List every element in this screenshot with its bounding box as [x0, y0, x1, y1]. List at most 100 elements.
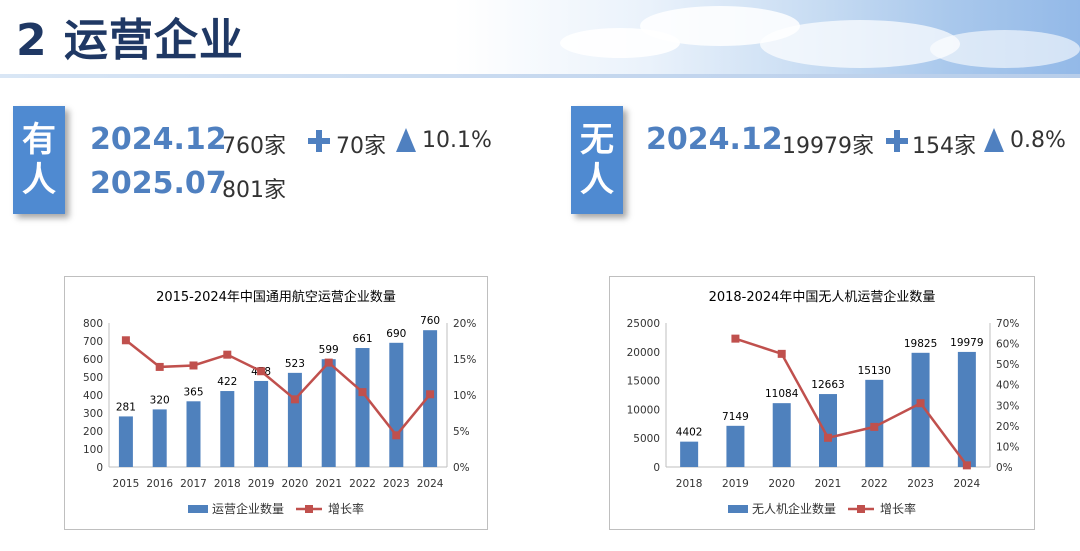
cloud-decoration [760, 20, 960, 68]
bar-data-label: 661 [352, 333, 372, 345]
bar [389, 342, 404, 467]
bar-data-label: 12663 [811, 379, 844, 391]
unmanned-tag-char: 无 [580, 120, 614, 160]
bar [680, 441, 699, 467]
growth-rate-marker [870, 422, 879, 431]
growth-rate-marker [223, 350, 232, 359]
y-tick-label: 0 [653, 462, 660, 474]
manned-growth: 10.1% [422, 128, 492, 153]
y-tick-label: 100 [83, 444, 103, 456]
chart-frame-aviation: 2015-2024年中国通用航空运营企业数量 0 100 200 300 400 500 60… [64, 276, 488, 530]
x-tick-label: 2023 [383, 478, 410, 490]
bar-data-label: 320 [150, 394, 170, 406]
bar-data-label: 11084 [765, 388, 799, 400]
legend-bar-swatch [728, 505, 748, 513]
manned-date-2: 2025.07 [90, 166, 227, 201]
chart-title: 2018-2024年中国无人机运营企业数量 [709, 289, 936, 305]
bar [254, 380, 269, 467]
growth-rate-marker [290, 395, 299, 404]
x-tick-label: 2019 [248, 478, 275, 490]
y2-tick-label: 20% [996, 421, 1019, 433]
growth-rate-marker [257, 367, 266, 376]
growth-rate-marker [324, 358, 333, 367]
y2-tick-label: 20% [453, 318, 476, 330]
bar [118, 416, 133, 467]
legend-bar-label: 无人机企业数量 [752, 501, 836, 516]
y2-tick-label: 50% [996, 359, 1019, 371]
growth-rate-marker [731, 334, 740, 343]
x-tick-label: 2021 [315, 478, 342, 490]
unmanned-tag-char: 人 [580, 160, 614, 200]
x-tick-label: 2021 [815, 478, 842, 490]
x-tick-label: 2015 [113, 478, 140, 490]
x-tick-label: 2020 [282, 478, 309, 490]
x-tick-label: 2023 [907, 478, 934, 490]
plus-icon [886, 130, 908, 152]
bar [355, 348, 370, 467]
y-tick-label: 10000 [627, 404, 660, 416]
growth-rate-marker [824, 433, 832, 442]
growth-rate-marker [962, 461, 971, 470]
y-tick-label: 15000 [627, 376, 660, 388]
growth-rate-marker [777, 349, 786, 358]
bar [321, 359, 336, 467]
bar [220, 391, 235, 467]
x-tick-label: 2024 [953, 478, 980, 490]
growth-rate-marker [121, 336, 130, 345]
bar-data-label: 19825 [904, 338, 937, 350]
y-tick-label: 400 [83, 390, 103, 402]
up-triangle-icon [396, 128, 416, 152]
y2-tick-label: 5% [453, 426, 470, 438]
y2-tick-label: 70% [996, 318, 1019, 330]
cloud-decoration [560, 28, 680, 58]
unmanned-count: 19979家 [782, 134, 874, 159]
unmanned-tag: 无 人 [571, 106, 623, 214]
header-divider [0, 74, 1080, 78]
y-tick-label: 20000 [627, 347, 660, 359]
y-tick-label: 300 [83, 408, 103, 420]
legend-bar-label: 运营企业数量 [212, 501, 284, 516]
y-tick-label: 700 [83, 336, 103, 348]
legend-line-marker [305, 505, 313, 513]
x-tick-label: 2020 [768, 478, 795, 490]
growth-rate-marker [392, 431, 401, 440]
bar-data-label: 19979 [950, 337, 983, 349]
aviation-enterprise-chart: 2015-2024年中国通用航空运营企业数量 0 100 200 300 400 500 60… [83, 289, 476, 516]
y-tick-label: 25000 [627, 318, 660, 330]
growth-rate-marker [358, 388, 367, 397]
bar-data-label: 599 [319, 344, 339, 356]
unmanned-increase: 154家 [912, 134, 976, 159]
bar-data-label: 523 [285, 358, 305, 370]
bar [819, 394, 837, 467]
y-tick-label: 800 [83, 318, 103, 330]
y-tick-label: 200 [83, 426, 103, 438]
legend-line-label: 增长率 [880, 501, 916, 516]
bar-data-label: 690 [386, 328, 406, 340]
bar-data-label: 281 [116, 401, 136, 413]
x-tick-label: 2018 [214, 478, 241, 490]
page-title: 2 运营企业 [16, 15, 244, 66]
y2-tick-label: 0% [996, 462, 1013, 474]
manned-tag-char: 人 [22, 160, 56, 200]
chart-title: 2015-2024年中国通用航空运营企业数量 [156, 289, 396, 305]
y2-tick-label: 10% [996, 441, 1019, 453]
bar-data-label: 422 [217, 376, 237, 388]
y2-tick-label: 30% [996, 400, 1019, 412]
bar-data-label: 4402 [676, 427, 703, 439]
growth-rate-marker [155, 362, 164, 371]
cloud-decoration [930, 30, 1080, 68]
growth-rate-marker [916, 399, 925, 408]
x-tick-label: 2019 [722, 478, 749, 490]
y-tick-label: 5000 [633, 433, 660, 445]
legend-line-marker [857, 505, 865, 513]
manned-tag: 有 人 [13, 106, 65, 214]
x-tick-label: 2022 [349, 478, 376, 490]
growth-rate-marker [189, 361, 198, 370]
bar-data-label: 760 [420, 315, 440, 327]
plus-icon [308, 130, 330, 152]
chart-frame-drone: 2018-2024年中国无人机运营企业数量 0 5000 10000 15000 2000… [609, 276, 1035, 530]
x-tick-label: 2022 [861, 478, 888, 490]
x-tick-label: 2016 [146, 478, 173, 490]
y-tick-label: 600 [83, 354, 103, 366]
legend-line-label: 增长率 [328, 501, 364, 516]
